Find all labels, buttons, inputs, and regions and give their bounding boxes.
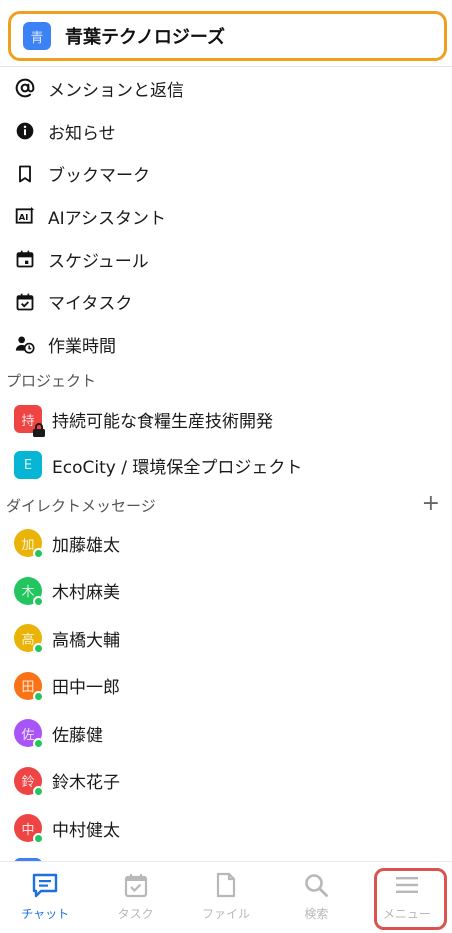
avatar-text: 佐 xyxy=(21,727,35,743)
online-status-dot xyxy=(33,595,44,607)
workspace-switcher[interactable]: 青 青葉テクノロジーズ xyxy=(8,11,447,61)
menu-label: お知らせ xyxy=(48,123,116,144)
calendar-icon xyxy=(14,248,36,270)
project-item[interactable]: E EcoCity / 環境保全プロジェクト xyxy=(0,442,452,488)
menu-item-mentions[interactable]: メンションと返信 xyxy=(0,67,452,110)
workspace-name: 青葉テクノロジーズ xyxy=(65,27,226,48)
project-avatar: 持 xyxy=(14,405,45,437)
menu-item-schedule[interactable]: スケジュール xyxy=(0,238,452,281)
tab-label: 検索 xyxy=(304,907,329,921)
info-icon xyxy=(14,120,36,142)
menu-item-ai-assistant[interactable]: AI AIアシスタント xyxy=(0,195,452,238)
dm-item[interactable]: 中 中村健太 xyxy=(0,805,452,851)
menu-item-bookmarks[interactable]: ブックマーク xyxy=(0,152,452,195)
bookmark-icon xyxy=(14,163,36,185)
menu-label: 作業時間 xyxy=(48,336,116,357)
svg-text:AI: AI xyxy=(19,213,29,223)
avatar-text: 木 xyxy=(21,585,35,600)
dm-label: 高橋大輔 xyxy=(52,630,120,651)
add-dm-button[interactable]: + xyxy=(422,493,440,515)
menu-label: AIアシスタント xyxy=(48,208,166,229)
menu-item-notifications[interactable]: お知らせ xyxy=(0,110,452,153)
project-avatar: E xyxy=(14,451,42,479)
avatar-text: 高 xyxy=(21,632,35,648)
tab-label: チャット xyxy=(21,907,70,921)
online-status-dot xyxy=(33,738,44,749)
dm-item[interactable]: 佐 佐藤健 xyxy=(0,710,452,756)
avatar-text: 加 xyxy=(21,537,35,553)
menu-item-work-time[interactable]: 作業時間 xyxy=(0,323,452,366)
work-time-icon xyxy=(14,333,36,355)
avatar: 鈴 xyxy=(14,766,44,797)
menu-label: メンションと返信 xyxy=(48,80,184,101)
dm-section-title: ダイレクトメッセージ xyxy=(6,497,156,515)
dm-item[interactable]: 鈴 鈴木花子 xyxy=(0,758,452,804)
menu-label: マイタスク xyxy=(48,294,133,315)
dm-item[interactable]: 木 木村麻美 xyxy=(0,568,452,614)
dm-item[interactable]: 加 加藤雄太 xyxy=(0,520,452,566)
tab-label: タスク xyxy=(117,907,154,921)
avatar: 高 xyxy=(14,624,44,654)
online-status-dot xyxy=(33,833,44,844)
dm-label: 加藤雄太 xyxy=(52,535,120,556)
avatar: 中 xyxy=(14,814,44,844)
menu-label: スケジュール xyxy=(48,251,149,272)
avatar-text: 田 xyxy=(21,680,35,695)
tab-files[interactable]: ファイル xyxy=(181,862,271,933)
lock-icon xyxy=(33,423,45,437)
dm-label: 木村麻美 xyxy=(52,583,120,603)
at-icon xyxy=(14,77,36,99)
online-status-dot xyxy=(33,548,44,559)
dm-label: 佐藤健 xyxy=(52,725,103,746)
project-label: 持続可能な食糧生産技術開発 xyxy=(52,411,273,432)
main-menu: メンションと返信 お知らせ ブックマーク AI AIアシスタント スケジュール … xyxy=(0,67,452,366)
avatar: 木 xyxy=(14,576,44,607)
dm-label: 田中一郎 xyxy=(52,678,120,698)
project-avatar-text: E xyxy=(23,457,33,473)
dm-label: 鈴木花子 xyxy=(52,773,120,793)
avatar-text: 中 xyxy=(21,822,35,838)
project-item[interactable]: 持 持続可能な食糧生産技術開発 xyxy=(0,396,452,442)
online-status-dot xyxy=(33,785,44,797)
menu-label: ブックマーク xyxy=(48,166,150,187)
ai-assistant-icon: AI xyxy=(14,205,36,227)
search-icon xyxy=(305,874,329,897)
tab-chat[interactable]: チャット xyxy=(0,862,90,933)
tab-label: ファイル xyxy=(202,907,251,921)
tab-search[interactable]: 検索 xyxy=(271,862,361,933)
online-status-dot xyxy=(33,643,44,654)
avatar: 田 xyxy=(14,671,44,702)
task-tab-icon xyxy=(124,874,147,898)
file-icon xyxy=(216,872,236,898)
dm-item[interactable]: 田 田中一郎 xyxy=(0,663,452,709)
dm-label: 中村健太 xyxy=(52,820,120,841)
avatar: 佐 xyxy=(14,719,44,749)
dm-item[interactable]: 高 高橋大輔 xyxy=(0,615,452,661)
avatar: 加 xyxy=(14,529,44,559)
avatar-text: 鈴 xyxy=(21,775,35,790)
project-label: EcoCity / 環境保全プロジェクト xyxy=(52,457,303,478)
workspace-avatar: 青 xyxy=(23,22,51,50)
task-icon xyxy=(14,291,36,313)
tab-tasks[interactable]: タスク xyxy=(90,862,180,933)
projects-section-title: プロジェクト xyxy=(6,372,97,390)
menu-tab-highlight xyxy=(374,868,447,930)
chat-icon xyxy=(33,873,58,898)
online-status-dot xyxy=(33,690,44,702)
menu-item-my-tasks[interactable]: マイタスク xyxy=(0,280,452,323)
